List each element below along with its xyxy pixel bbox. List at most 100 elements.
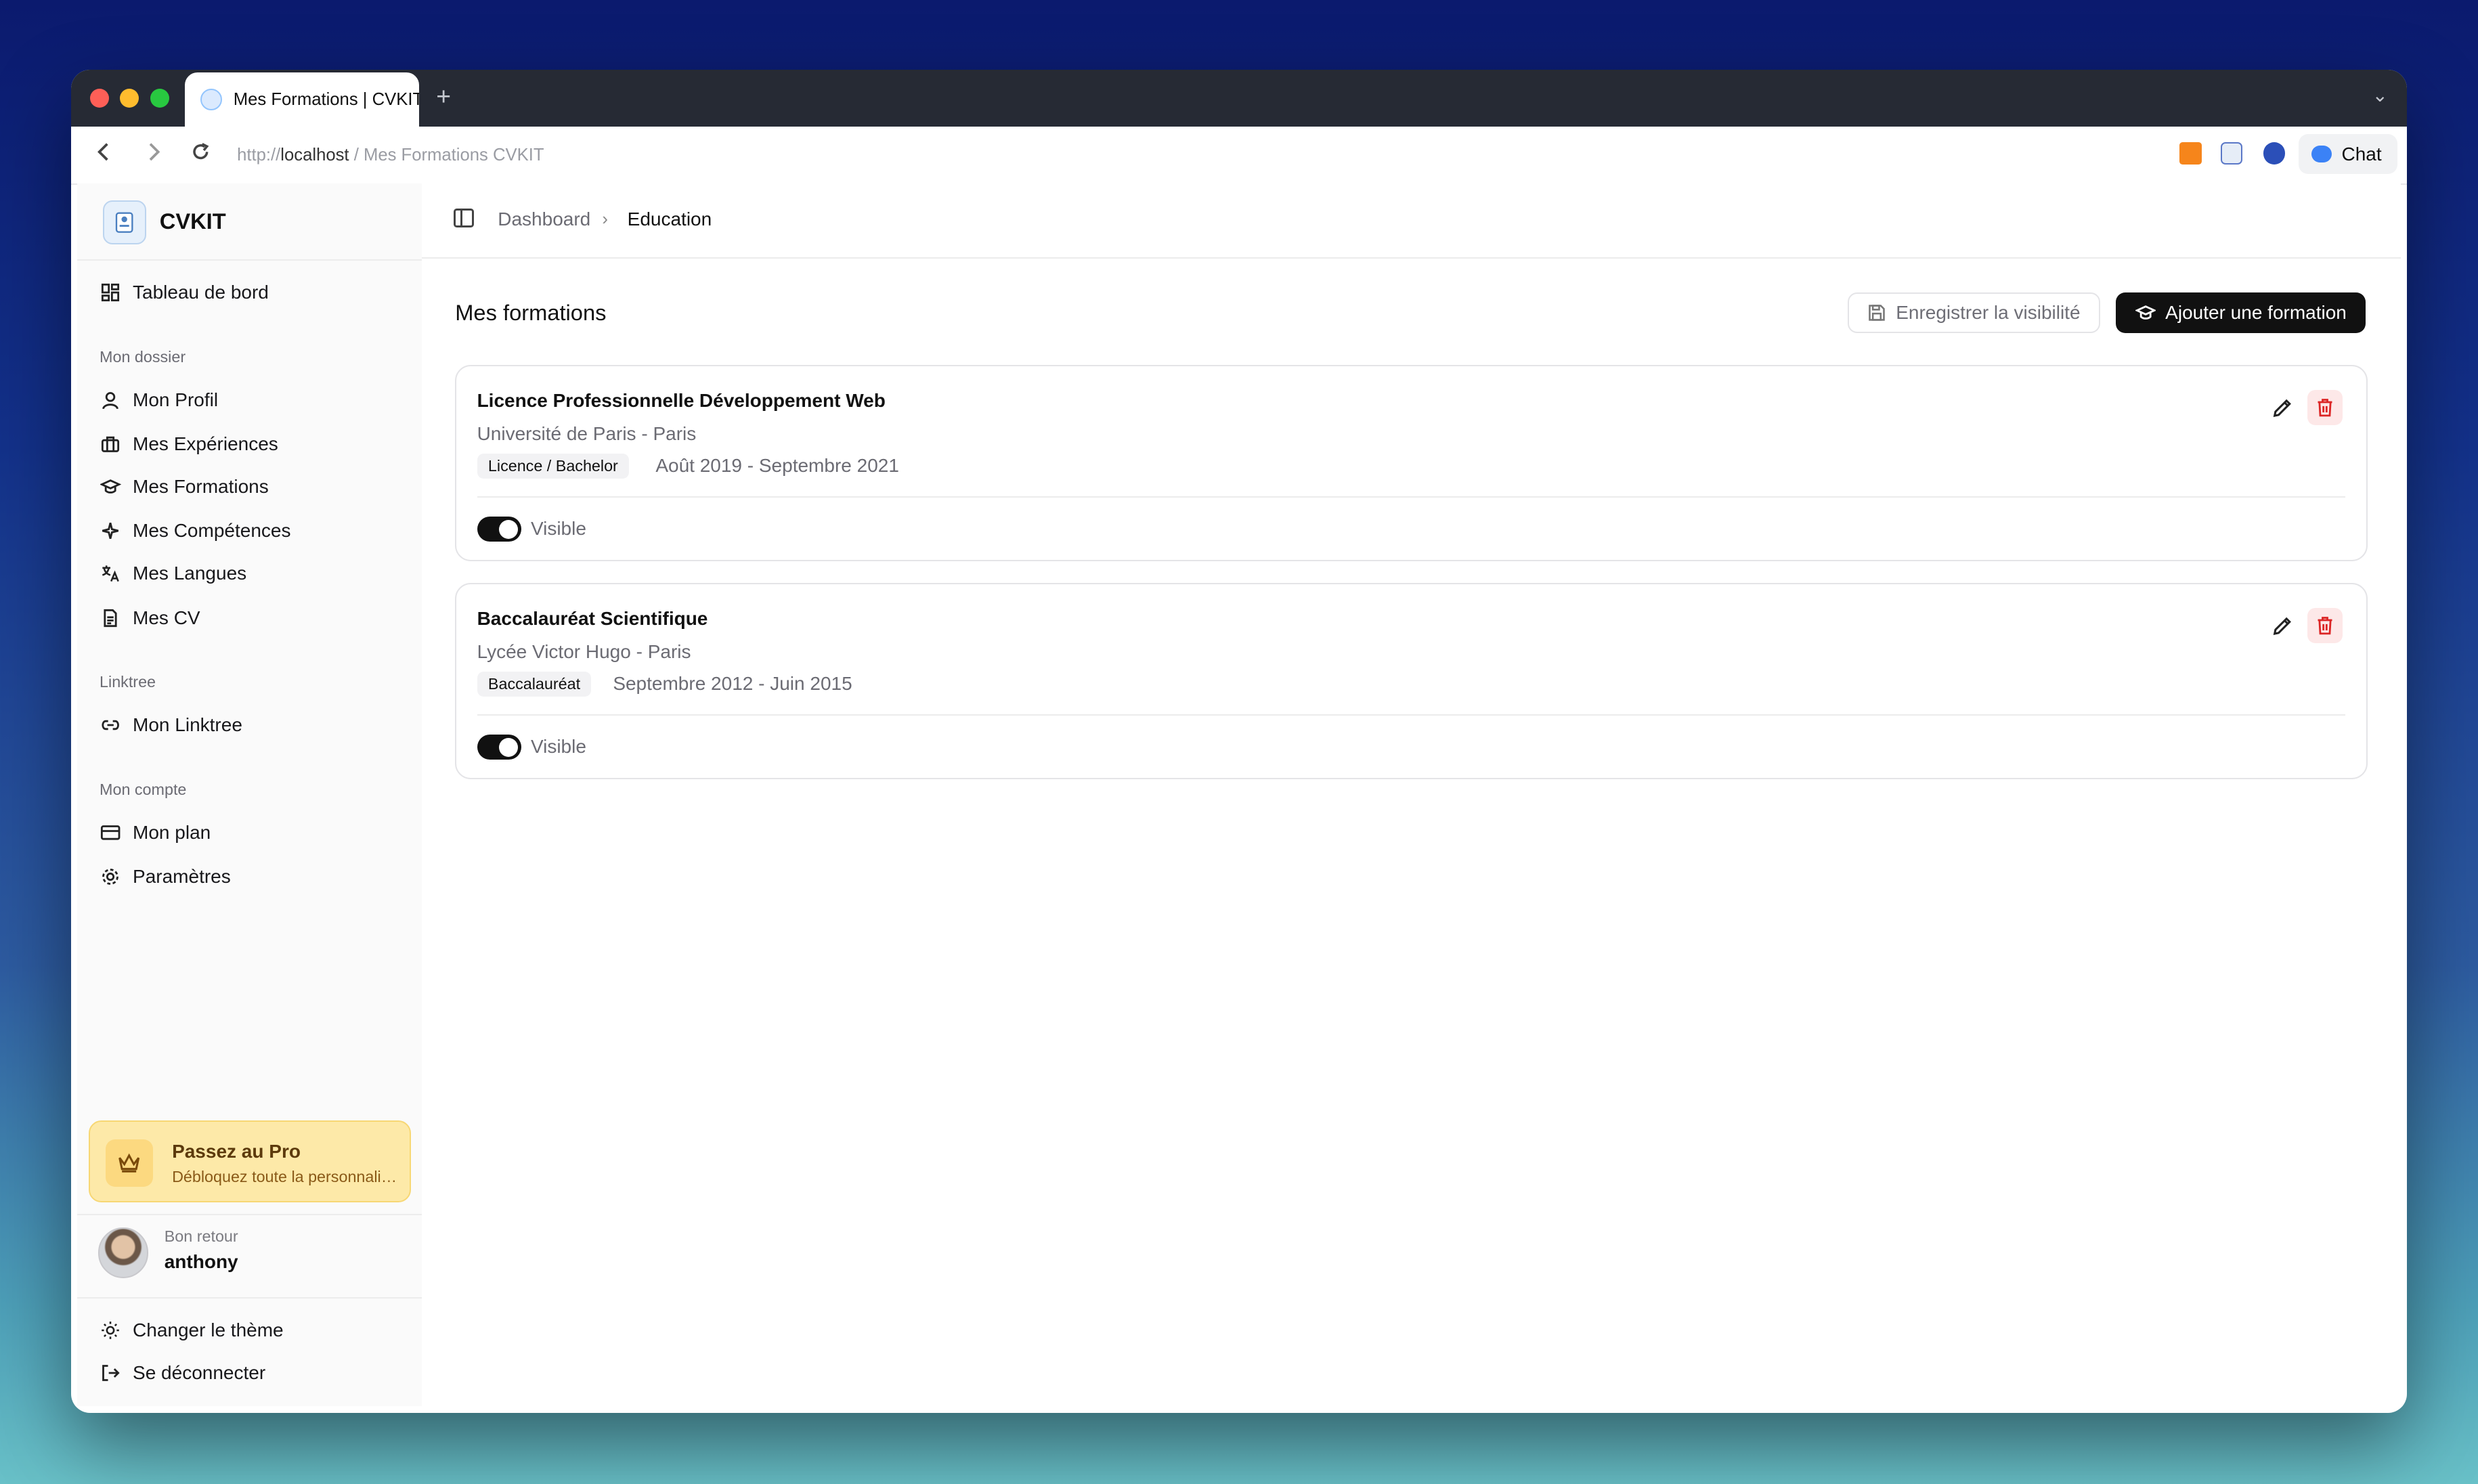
sidebar-item-cv[interactable]: Mes CV	[100, 601, 200, 635]
sidebar-item-label: Mes CV	[133, 607, 200, 628]
breadcrumb-chevron-icon: ›	[602, 210, 608, 230]
card-divider	[477, 496, 2346, 498]
formation-card: Licence Professionnelle Développement We…	[455, 365, 2368, 561]
save-disk-icon	[1869, 305, 1886, 321]
formation-school: Université de Paris - Paris	[477, 423, 697, 445]
chat-button[interactable]: Chat	[2299, 134, 2397, 174]
edit-pencil-icon[interactable]	[2267, 610, 2299, 642]
save-visibility-label: Enregistrer la visibilité	[1896, 302, 2081, 324]
extension-book-icon[interactable]	[2220, 142, 2243, 165]
brand-header: CVKIT	[77, 183, 422, 261]
formation-dates: Août 2019 - Septembre 2021	[655, 454, 899, 476]
crown-icon	[106, 1139, 154, 1187]
sidebar-item-label: Changer le thème	[133, 1319, 284, 1341]
minimize-window-icon[interactable]	[120, 88, 139, 108]
formation-dates: Septembre 2012 - Juin 2015	[613, 673, 852, 694]
credit-card-icon	[100, 822, 122, 844]
sidebar-item-experiences[interactable]: Mes Expériences	[100, 427, 278, 461]
sidebar-item-label: Mes Formations	[133, 475, 269, 497]
section-label-linktree: Linktree	[100, 673, 156, 691]
formation-card: Baccalauréat Scientifique Lycée Victor H…	[455, 583, 2368, 779]
close-window-icon[interactable]	[90, 88, 110, 108]
promo-title: Passez au Pro	[172, 1140, 301, 1162]
avatar	[97, 1227, 149, 1278]
maximize-window-icon[interactable]	[150, 88, 169, 108]
visibility-label: Visible	[530, 518, 586, 540]
sidebar-toggle-icon[interactable]	[453, 209, 475, 228]
visibility-toggle[interactable]	[477, 735, 521, 760]
section-label-dossier: Mon dossier	[100, 347, 186, 366]
logout-button[interactable]: Se déconnecter	[100, 1356, 265, 1391]
extension-circle-icon[interactable]	[2263, 142, 2286, 165]
sidebar-item-label: Se déconnecter	[133, 1362, 266, 1384]
sidebar-item-formations[interactable]: Mes Formations	[100, 469, 269, 504]
breadcrumb-dashboard[interactable]: Dashboard	[498, 209, 590, 230]
sidebar-item-dashboard[interactable]: Tableau de bord	[100, 275, 269, 309]
sidebar-item-linktree[interactable]: Mon Linktree	[100, 708, 242, 743]
formation-title: Licence Professionnelle Développement We…	[477, 390, 886, 412]
card-divider	[477, 714, 2346, 716]
add-formation-button[interactable]: Ajouter une formation	[2116, 292, 2366, 334]
reload-icon[interactable]	[190, 141, 212, 168]
logout-icon	[100, 1362, 122, 1384]
sidebar-item-langues[interactable]: Mes Langues	[100, 556, 246, 591]
sun-icon	[100, 1319, 122, 1342]
translate-icon	[100, 563, 122, 585]
browser-tab[interactable]: Mes Formations | CVKIT	[185, 72, 419, 127]
user-card[interactable]: Bon retour anthony	[77, 1213, 422, 1299]
degree-badge: Licence / Bachelor	[477, 453, 630, 479]
cvkit-logo-icon[interactable]	[102, 200, 147, 245]
browser-tab-bar: Mes Formations | CVKIT + ⌄	[71, 69, 2407, 127]
sidebar-item-plan[interactable]: Mon plan	[100, 815, 211, 850]
save-visibility-button[interactable]: Enregistrer la visibilité	[1847, 292, 2101, 334]
promo-text: Débloquez toute la personnalisation	[172, 1167, 403, 1185]
new-tab-plus-icon[interactable]: +	[436, 82, 451, 111]
delete-trash-icon[interactable]	[2307, 390, 2343, 425]
url-path: / Mes Formations CVKIT	[349, 145, 544, 165]
sidebar-item-parametres[interactable]: Paramètres	[100, 860, 231, 894]
visibility-label: Visible	[530, 736, 586, 758]
sidebar-item-label: Paramètres	[133, 866, 231, 888]
sidebar-item-label: Mes Langues	[133, 563, 247, 584]
formation-school: Lycée Victor Hugo - Paris	[477, 641, 691, 663]
section-label-compte: Mon compte	[100, 781, 187, 799]
sidebar-item-label: Mes Compétences	[133, 520, 291, 542]
tab-title: Mes Formations | CVKIT	[233, 89, 419, 109]
sidebar-item-label: Mes Expériences	[133, 433, 278, 454]
sidebar-item-label: Tableau de bord	[133, 281, 269, 303]
browser-window: Mes Formations | CVKIT + ⌄ http://localh…	[71, 69, 2407, 1413]
favicon-icon	[200, 89, 223, 111]
user-icon	[100, 389, 122, 411]
link-icon	[100, 714, 122, 737]
sidebar-item-label: Mon Linktree	[133, 714, 242, 736]
sidebar-item-profil[interactable]: Mon Profil	[100, 383, 218, 417]
briefcase-icon	[100, 433, 122, 456]
main-content: Dashboard › Education Mes formations Enr…	[422, 183, 2401, 1407]
brand-name: CVKIT	[159, 209, 226, 234]
url-scheme: http://	[237, 145, 281, 165]
back-arrow-icon[interactable]	[96, 141, 112, 168]
sidebar-item-label: Mon plan	[133, 822, 211, 844]
gear-icon	[100, 866, 122, 888]
metamask-extension-icon[interactable]	[2179, 142, 2202, 165]
change-theme-button[interactable]: Changer le thème	[100, 1313, 284, 1348]
upgrade-pro-card[interactable]: Passez au Pro Débloquez toute la personn…	[88, 1120, 411, 1203]
top-bar: Dashboard › Education	[422, 183, 2401, 259]
forward-arrow-icon[interactable]	[146, 141, 161, 168]
tab-list-chevron-icon[interactable]: ⌄	[2372, 84, 2388, 106]
sidebar-item-label: Mon Profil	[133, 389, 219, 410]
user-greeting: Bon retour	[164, 1227, 238, 1246]
edit-pencil-icon[interactable]	[2267, 392, 2299, 424]
url-host: localhost	[280, 145, 349, 165]
visibility-toggle[interactable]	[477, 516, 521, 542]
chat-label: Chat	[2341, 143, 2382, 165]
address-bar: http://localhost / Mes Formations CVKIT …	[71, 126, 2407, 185]
delete-trash-icon[interactable]	[2307, 608, 2343, 643]
user-name: anthony	[164, 1251, 238, 1273]
sidebar: CVKIT Tableau de bord Mon dossier Mon Pr…	[77, 183, 424, 1407]
page-title: Mes formations	[455, 300, 607, 326]
url-field[interactable]: http://localhost / Mes Formations CVKIT	[237, 146, 544, 165]
graduation-cap-icon	[100, 476, 122, 498]
sidebar-item-competences[interactable]: Mes Compétences	[100, 514, 290, 548]
graduation-cap-icon	[2135, 305, 2156, 320]
